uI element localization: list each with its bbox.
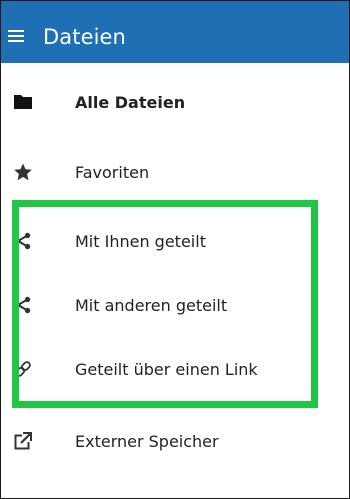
share-icon [13, 231, 33, 251]
sidebar-item-label: Mit anderen geteilt [75, 295, 228, 315]
hamburger-menu-icon[interactable] [8, 30, 24, 42]
sidebar-item-label: Externer Speicher [75, 431, 219, 451]
files-app-panel: Dateien Alle Dateien Favoriten Mit Ihnen… [0, 0, 350, 499]
sidebar-item-alle-dateien[interactable]: Alle Dateien [1, 80, 349, 124]
star-icon [13, 162, 33, 182]
sidebar-item-favoriten[interactable]: Favoriten [1, 150, 349, 194]
sidebar-item-label: Alle Dateien [75, 92, 186, 112]
external-storage-icon [13, 431, 33, 451]
sidebar-item-geteilt-ueber-link[interactable]: Geteilt über einen Link [1, 347, 349, 391]
link-icon [13, 359, 33, 379]
share-icon [13, 295, 33, 315]
sidebar-item-label: Favoriten [75, 162, 150, 182]
folder-icon [13, 92, 33, 112]
sidebar-item-mit-ihnen-geteilt[interactable]: Mit Ihnen geteilt [1, 219, 349, 263]
sidebar-item-label: Geteilt über einen Link [75, 359, 258, 379]
sidebar-item-mit-anderen-geteilt[interactable]: Mit anderen geteilt [1, 283, 349, 327]
sidebar-item-externer-speicher[interactable]: Externer Speicher [1, 419, 349, 463]
app-header: Dateien [1, 1, 349, 63]
sidebar-item-label: Mit Ihnen geteilt [75, 231, 206, 251]
page-title: Dateien [43, 25, 126, 49]
